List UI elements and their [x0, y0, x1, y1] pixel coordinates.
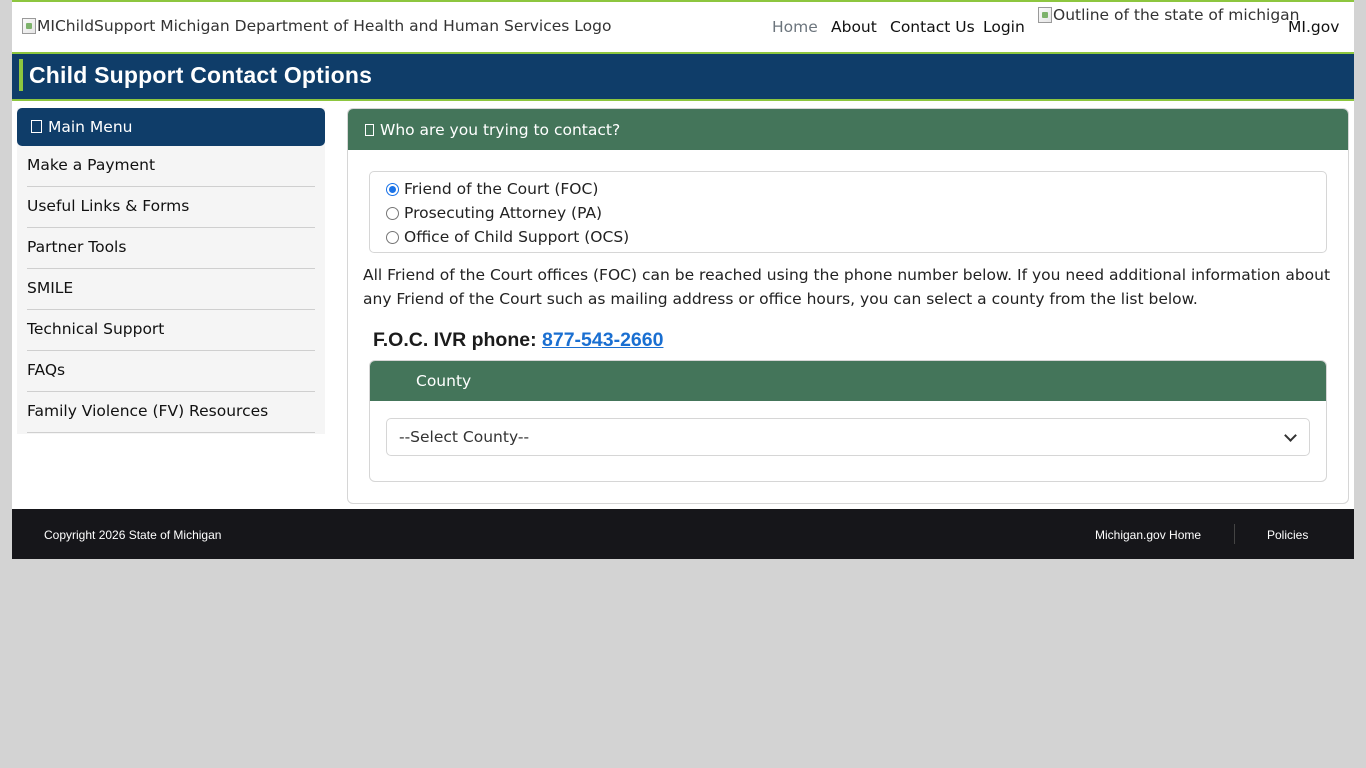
county-card-header: County — [370, 361, 1326, 401]
nav-home-link[interactable]: Home — [772, 18, 818, 36]
radio-label-pa: Prosecuting Attorney (PA) — [404, 204, 603, 222]
question-icon — [365, 124, 374, 136]
contact-card-header: Who are you trying to contact? — [348, 109, 1348, 150]
radio-option-pa[interactable]: Prosecuting Attorney (PA) — [386, 204, 602, 222]
sidebar-item-faqs[interactable]: FAQs — [27, 351, 315, 392]
page: MIChildSupport Michigan Department of He… — [12, 0, 1354, 559]
title-accent-bar — [19, 59, 23, 91]
contact-heading: Who are you trying to contact? — [380, 121, 621, 139]
ivr-phone-link[interactable]: 877-543-2660 — [542, 329, 663, 351]
footer-divider — [1234, 524, 1235, 544]
foc-ivr-phone: F.O.C. IVR phone: 877-543-2660 — [373, 329, 663, 352]
sidebar-item-technical-support[interactable]: Technical Support — [27, 310, 315, 351]
state-alt-text: Outline of the state of michigan — [1053, 6, 1300, 24]
sidebar-item-family-violence[interactable]: Family Violence (FV) Resources — [27, 392, 315, 433]
copyright-text: Copyright 2026 State of Michigan — [44, 528, 222, 542]
menu-icon — [31, 120, 42, 133]
contact-card: Who are you trying to contact? Friend of… — [347, 108, 1349, 504]
main-menu-toggle[interactable]: Main Menu — [17, 108, 325, 146]
page-title: Child Support Contact Options — [29, 62, 373, 88]
site-header: MIChildSupport Michigan Department of He… — [12, 0, 1354, 54]
footer-michigan-gov-home-link[interactable]: Michigan.gov Home — [1095, 528, 1201, 542]
site-footer: Copyright 2026 State of Michigan Michiga… — [12, 509, 1354, 559]
radio-button-pa[interactable] — [386, 206, 399, 220]
nav-login-link[interactable]: Login — [983, 18, 1025, 36]
page-title-bar: Child Support Contact Options — [12, 54, 1354, 101]
radio-button-foc[interactable] — [386, 182, 399, 196]
radio-button-ocs[interactable] — [386, 230, 399, 244]
ivr-label: F.O.C. IVR phone: — [373, 329, 537, 351]
chevron-down-icon — [1284, 429, 1297, 442]
foc-info-text: All Friend of the Court offices (FOC) ca… — [363, 266, 1331, 308]
sidebar-item-make-a-payment[interactable]: Make a Payment — [27, 146, 315, 187]
radio-option-foc[interactable]: Friend of the Court (FOC) — [386, 180, 598, 198]
county-card: County --Select County-- — [369, 360, 1327, 482]
radio-label-ocs: Office of Child Support (OCS) — [404, 228, 630, 246]
nav-about-link[interactable]: About — [831, 18, 877, 36]
sidebar: Main Menu Make a Payment Useful Links & … — [17, 108, 325, 434]
migov-link[interactable]: MI.gov — [1288, 18, 1339, 36]
broken-image-icon — [1038, 7, 1052, 23]
radio-label-foc: Friend of the Court (FOC) — [404, 180, 599, 198]
michigan-outline-image[interactable]: Outline of the state of michigan — [1038, 6, 1300, 24]
broken-image-icon — [22, 18, 36, 34]
radio-option-ocs[interactable]: Office of Child Support (OCS) — [386, 228, 629, 246]
main-menu-label: Main Menu — [48, 118, 133, 136]
sidebar-item-smile[interactable]: SMILE — [27, 269, 315, 310]
site-logo[interactable]: MIChildSupport Michigan Department of He… — [22, 17, 611, 35]
contact-type-group: Friend of the Court (FOC) Prosecuting At… — [369, 171, 1327, 253]
sidebar-item-partner-tools[interactable]: Partner Tools — [27, 228, 315, 269]
sidebar-item-useful-links-forms[interactable]: Useful Links & Forms — [27, 187, 315, 228]
footer-policies-link[interactable]: Policies — [1267, 528, 1308, 542]
county-select-value: --Select County-- — [399, 428, 530, 446]
nav-contact-link[interactable]: Contact Us — [890, 18, 975, 36]
county-select[interactable]: --Select County-- — [386, 418, 1310, 456]
logo-alt-text: MIChildSupport Michigan Department of He… — [37, 17, 612, 35]
